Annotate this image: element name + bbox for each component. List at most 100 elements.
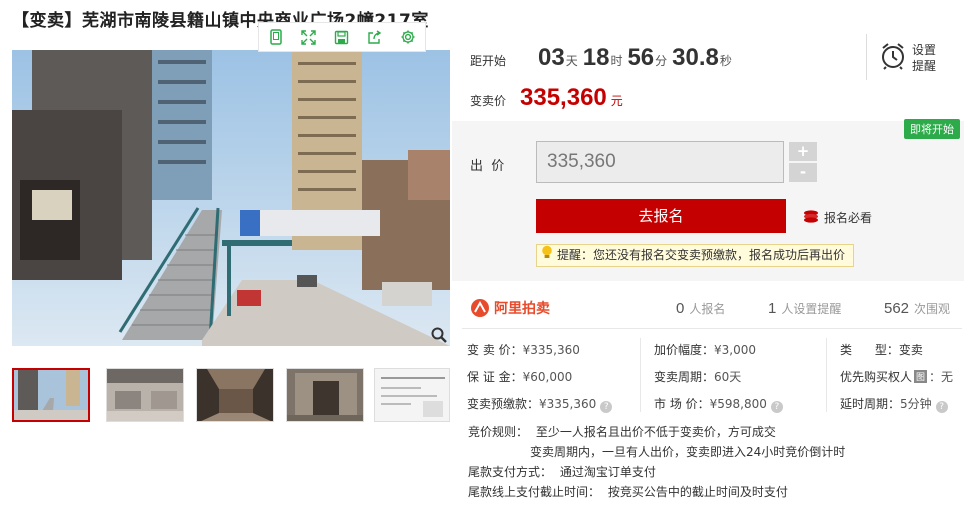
countdown-label: 距开始 — [470, 54, 507, 68]
bid-rule-line-1: 竞价规则： 至少一人报名且出价不低于变卖价，方可成交 — [468, 422, 845, 442]
detail-value: 5分钟 — [900, 397, 932, 411]
sale-price-label: 变卖价 — [470, 94, 507, 108]
detail-badge[interactable]: 图 — [914, 370, 928, 383]
sale-price-row: 变卖价 335,360 元 — [470, 84, 623, 112]
signup-tip: 提醒：您还没有报名交变卖预缴款，报名成功后再出价 — [536, 244, 855, 267]
detail-value: ¥3,000 — [714, 343, 757, 357]
countdown-days: 03 — [538, 44, 565, 71]
sale-price-unit: 元 — [610, 94, 623, 108]
starting-soon-badge: 即将开始 — [904, 119, 960, 139]
share-icon[interactable] — [358, 23, 391, 51]
countdown-minutes: 56 — [627, 44, 655, 71]
detail-value: ：无 — [929, 370, 954, 384]
detail-key: 变 卖 价： — [467, 343, 523, 357]
detail-value: 变卖 — [898, 343, 923, 357]
help-icon[interactable]: ? — [770, 401, 783, 413]
views-stat: 562 次围观 — [884, 300, 950, 317]
payment-label: 尾款支付方式： — [468, 465, 553, 479]
countdown-days-unit: 天 — [565, 54, 578, 68]
detail-key: 优先购买权人 — [840, 370, 913, 384]
payment-line: 尾款支付方式： 通过淘宝订单支付 — [468, 462, 845, 482]
save-icon[interactable] — [325, 23, 358, 51]
countdown: 距开始 03 天 18 时 56 分 30.8 秒 — [470, 44, 737, 74]
bid-decrease-button[interactable]: - — [789, 163, 817, 182]
lightbulb-icon — [541, 245, 553, 267]
alarm-clock-icon — [880, 42, 906, 74]
countdown-seconds: 30.8 — [672, 44, 719, 71]
countdown-seconds-unit: 秒 — [719, 54, 732, 68]
bid-amount-input[interactable]: 335,360 — [536, 141, 784, 183]
countdown-hours-unit: 时 — [610, 54, 623, 68]
main-property-image[interactable] — [12, 50, 450, 346]
help-icon[interactable]: ? — [935, 401, 948, 413]
bid-rule-line-2: 变卖周期内，一旦有人出价，变卖即进入24小时竞价倒计时 — [468, 442, 845, 462]
countdown-minutes-unit: 分 — [655, 54, 668, 68]
set-reminder-button[interactable]: 设置 提醒 — [880, 42, 936, 74]
sale-price-value: 335,360 — [520, 84, 607, 111]
settings-icon[interactable] — [391, 23, 424, 51]
deadline-value: 按竞买公告中的截止时间及时支付 — [607, 485, 788, 499]
platform-header: 阿里拍卖 0 人报名 1 人设置提醒 562 次围观 — [466, 296, 962, 324]
detail-value: ¥60,000 — [522, 370, 573, 384]
must-read-label: 报名必看 — [824, 211, 873, 225]
thumbnail-4[interactable] — [286, 368, 364, 422]
bid-panel: 即将开始 出 价 335,360 + - 去报名 报名必看 提醒：您还没有报名交… — [452, 119, 964, 281]
detail-key: 延时周期： — [840, 397, 901, 411]
detail-value: ¥335,360 — [539, 397, 597, 411]
signups-stat: 0 人报名 — [676, 300, 725, 317]
zoom-icon[interactable] — [430, 326, 448, 344]
detail-market-price: 市 场 价：¥598,800? — [654, 395, 783, 413]
divider — [826, 338, 827, 412]
thumbnail-strip — [12, 368, 450, 424]
divider — [462, 328, 962, 329]
detail-key: 变卖预缴款： — [467, 397, 540, 411]
bid-increase-button[interactable]: + — [789, 142, 817, 161]
signups-label: 人报名 — [689, 302, 726, 316]
help-icon[interactable]: ? — [600, 401, 613, 413]
detail-value: ¥598,800 — [709, 397, 767, 411]
thumbnail-5[interactable] — [374, 368, 450, 422]
phone-icon[interactable] — [259, 23, 292, 51]
detail-prepayment: 变卖预缴款：¥335,360? — [467, 395, 613, 413]
platform-name: 阿里拍卖 — [494, 301, 550, 317]
detail-priority-buyer: 优先购买权人图：无 — [840, 368, 953, 385]
views-label: 次围观 — [914, 302, 951, 316]
signups-count: 0 — [676, 300, 685, 317]
bid-label: 出 价 — [470, 159, 505, 174]
signup-tip-text: 提醒：您还没有报名交变卖预缴款，报名成功后再出价 — [557, 248, 846, 262]
detail-key: 变卖周期： — [654, 370, 715, 384]
reminders-stat: 1 人设置提醒 — [768, 300, 841, 317]
reminders-count: 1 — [768, 300, 777, 317]
deadline-line: 尾款线上支付截止时间： 按竞买公告中的截止时间及时支付 — [468, 482, 845, 502]
thumbnail-3[interactable] — [196, 368, 274, 422]
views-count: 562 — [884, 300, 910, 317]
thumbnail-1[interactable] — [12, 368, 90, 422]
thumbnail-2[interactable] — [106, 368, 184, 422]
countdown-hours: 18 — [582, 44, 610, 71]
detail-sale-price: 变 卖 价：¥335,360 — [467, 341, 580, 358]
coins-icon — [802, 209, 820, 226]
image-toolbar — [258, 22, 426, 52]
detail-key: 保 证 金： — [467, 370, 523, 384]
detail-key: 市 场 价： — [654, 397, 710, 411]
detail-key: 类 型： — [840, 343, 899, 357]
signup-button[interactable]: 去报名 — [536, 199, 786, 233]
bid-rule-text-1: 至少一人报名且出价不低于变卖价，方可成交 — [535, 425, 776, 439]
expand-icon[interactable] — [292, 23, 325, 51]
detail-type: 类 型：变卖 — [840, 341, 923, 358]
detail-increment: 加价幅度：¥3,000 — [654, 341, 756, 358]
divider — [866, 34, 867, 80]
bid-rule-label: 竞价规则： — [468, 425, 529, 439]
detail-value: 60天 — [714, 370, 742, 384]
must-read-link[interactable]: 报名必看 — [802, 209, 872, 226]
ali-auction-logo: 阿里拍卖 — [470, 298, 550, 318]
detail-delay-period: 延时周期：5分钟? — [840, 395, 948, 413]
divider — [640, 338, 641, 412]
detail-deposit: 保 证 金：¥60,000 — [467, 368, 572, 385]
detail-value: ¥335,360 — [522, 343, 580, 357]
deadline-label: 尾款线上支付截止时间： — [468, 485, 601, 499]
reminder-line2: 提醒 — [912, 59, 937, 73]
payment-value: 通过淘宝订单支付 — [559, 465, 656, 479]
rules-section: 竞价规则： 至少一人报名且出价不低于变卖价，方可成交 变卖周期内，一旦有人出价，… — [468, 422, 845, 502]
reminder-line1: 设置 — [912, 43, 937, 57]
